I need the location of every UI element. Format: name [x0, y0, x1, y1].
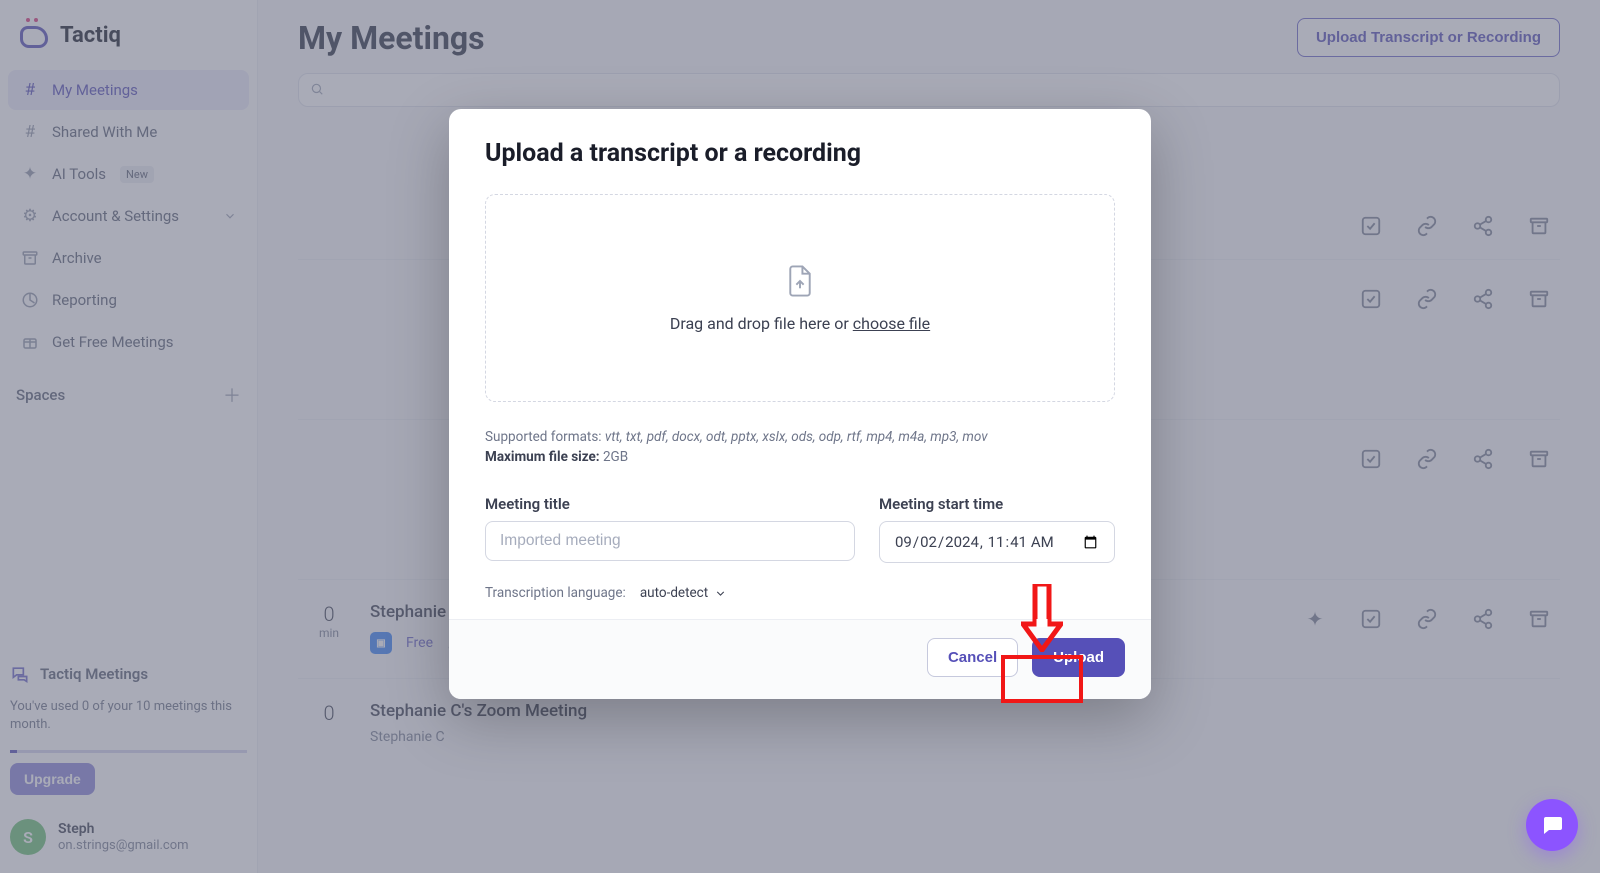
meeting-title-input[interactable] [485, 521, 855, 561]
dropzone[interactable]: Drag and drop file here or choose file [485, 194, 1115, 402]
choose-file-link[interactable]: choose file [853, 314, 930, 333]
chat-fab[interactable] [1526, 799, 1578, 851]
upload-modal: Upload a transcript or a recording Drag … [449, 109, 1151, 699]
modal-title: Upload a transcript or a recording [485, 139, 1115, 168]
meeting-start-label: Meeting start time [879, 495, 1115, 513]
language-label: Transcription language: [485, 585, 626, 601]
meeting-start-input[interactable] [879, 521, 1115, 563]
language-select[interactable]: auto-detect [640, 585, 727, 601]
language-row: Transcription language: auto-detect [485, 585, 1115, 601]
modal-footer: Cancel Upload [449, 619, 1151, 699]
format-hint: Supported formats: vtt, txt, pdf, docx, … [485, 428, 1115, 467]
drop-text: Drag and drop file here or choose file [670, 314, 930, 333]
meeting-start-field: Meeting start time [879, 495, 1115, 563]
cancel-button[interactable]: Cancel [927, 638, 1018, 677]
file-upload-icon [785, 264, 815, 298]
modal-overlay[interactable]: Upload a transcript or a recording Drag … [0, 0, 1600, 873]
meeting-title-field: Meeting title [485, 495, 855, 563]
meeting-title-label: Meeting title [485, 495, 855, 513]
upload-button[interactable]: Upload [1032, 638, 1125, 677]
field-row: Meeting title Meeting start time [485, 495, 1115, 563]
chevron-down-icon [714, 587, 727, 600]
chat-icon [1540, 813, 1564, 837]
